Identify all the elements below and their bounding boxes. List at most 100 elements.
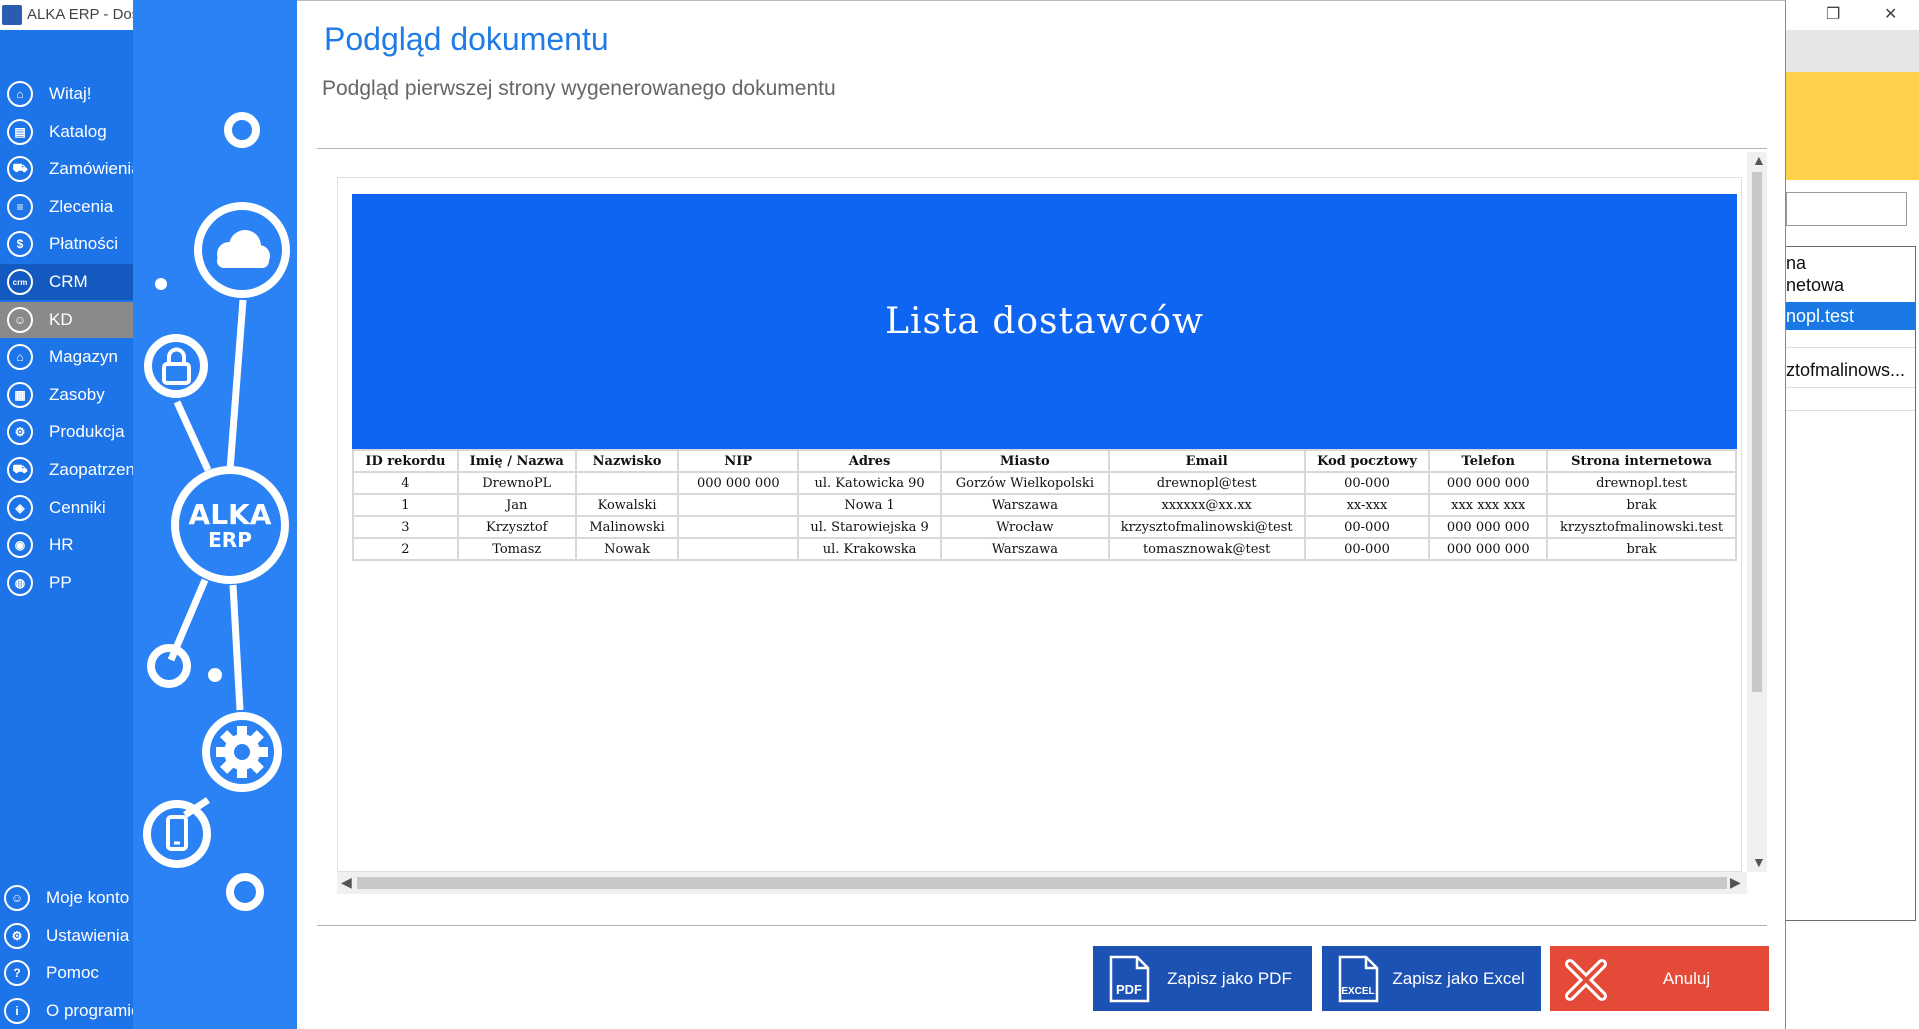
divider [1786, 410, 1915, 411]
table-cell: 00-000 [1303, 537, 1431, 561]
help-icon: ? [4, 960, 30, 987]
table-cell: krzysztofmalinowski@test [1107, 515, 1306, 539]
table-cell: Gorzów Wielkopolski [939, 471, 1110, 495]
sidebar-item-o-programie[interactable]: i O programie [0, 993, 133, 1029]
sidebar-item-label: KD [49, 309, 73, 329]
scroll-down-icon[interactable]: ▼ [1752, 854, 1766, 870]
table-header-cell: Imię / Nazwa [456, 449, 577, 473]
horizontal-scrollbar[interactable]: ◀ ▶ [337, 872, 1747, 894]
svg-text:EXCEL: EXCEL [1341, 986, 1374, 997]
sidebar-item-moje-konto[interactable]: ☺ Moje konto [0, 880, 133, 916]
table-row: 2 Tomasz Nowak ul. Krakowska Warszawa tomaszn… [352, 537, 1737, 561]
document-banner: Lista dostawców [352, 194, 1737, 449]
sidebar-item-pomoc[interactable]: ? Pomoc [0, 955, 133, 991]
book-icon: ▤ [7, 118, 33, 145]
save-pdf-button[interactable]: PDF Zapisz jako PDF [1093, 946, 1312, 1011]
list-icon: ≡ [7, 193, 33, 220]
warehouse-icon: ⌂ [7, 344, 33, 371]
cancel-button[interactable]: Anuluj [1550, 946, 1769, 1011]
divider [317, 148, 1767, 149]
sidebar-item-witaj-[interactable]: ⌂ Witaj! [0, 76, 133, 112]
table-cell: 000 000 000 [1428, 515, 1549, 539]
sidebar-item-label: Witaj! [49, 84, 92, 103]
home-icon: ⌂ [7, 81, 33, 107]
list-item[interactable]: na [1786, 253, 1915, 274]
sidebar-item-label: Płatności [49, 234, 118, 254]
save-excel-button[interactable]: EXCEL Zapisz jako Excel [1322, 946, 1541, 1011]
table-cell [677, 493, 800, 517]
table-cell: 2 [352, 537, 459, 561]
scroll-left-icon[interactable]: ◀ [341, 874, 352, 891]
table-cell: 000 000 000 [1428, 537, 1549, 561]
table-cell: ul. Katowicka 90 [797, 471, 942, 495]
table-header-cell: Miasto [939, 449, 1110, 473]
horizontal-scroll-thumb[interactable] [357, 877, 1727, 889]
list-item[interactable]: ztofmalinows... [1786, 360, 1915, 381]
table-cell: xxxxxx@xx.xx [1107, 493, 1306, 517]
crm-icon: crm [7, 269, 33, 295]
sidebar-item-zlecenia[interactable]: ≡ Zlecenia [0, 189, 133, 225]
sidebar-item-magazyn[interactable]: ⌂ Magazyn [0, 339, 133, 375]
table-cell: Jan [456, 493, 577, 517]
sidebar-item-pp[interactable]: ◍ PP [0, 565, 133, 601]
sidebar-item-crm[interactable]: crm CRM [0, 264, 133, 300]
settings-icon: ⚙ [4, 922, 30, 949]
vertical-scrollbar[interactable]: ▲ ▼ [1747, 152, 1767, 872]
restore-icon[interactable]: ❐ [1826, 4, 1840, 24]
scroll-right-icon[interactable]: ▶ [1730, 874, 1741, 891]
alka-logo-text: ALKA [189, 498, 272, 531]
list-item-selected[interactable]: nopl.test [1786, 302, 1915, 330]
document-preview[interactable]: Lista dostawców ID rekordu Imię / Nazwa Na… [337, 152, 1767, 894]
sidebar-item-płatności[interactable]: $ Płatności [0, 226, 133, 262]
vertical-scroll-thumb[interactable] [1752, 172, 1762, 692]
cancel-label: Anuluj [1662, 968, 1711, 988]
table-cell: xxx xxx xxx [1428, 493, 1549, 517]
sidebar-item-label: CRM [49, 272, 88, 291]
sidebar-item-label: Zamówienia [49, 159, 133, 179]
save-excel-label: Zapisz jako Excel [1392, 968, 1525, 988]
table-cell: 000 000 000 [677, 471, 800, 495]
table-header-cell: ID rekordu [352, 449, 459, 473]
sidebar-item-label: Katalog [49, 121, 107, 141]
table-cell: Nowa 1 [797, 493, 942, 517]
table-body: 4 DrewnoPL 000 000 000 ul. Katowicka 90 Gorz… [352, 471, 1737, 561]
sidebar-item-label: Produkcja [49, 422, 125, 442]
scroll-up-icon[interactable]: ▲ [1752, 152, 1766, 168]
close-icon[interactable]: ✕ [1884, 4, 1897, 24]
document-page: Lista dostawców ID rekordu Imię / Nazwa Na… [337, 177, 1742, 872]
sidebar-item-kd[interactable]: ☺ KD [0, 301, 133, 338]
app-sidebar: ALKA ERP - Dos ⌂ Witaj! ▤ Katalog ⛟ Zamówieni… [0, 0, 139, 1029]
sidebar-item-zamówienia[interactable]: ⛟ Zamówienia [0, 151, 133, 187]
table-header-row: ID rekordu Imię / Nazwa Nazwisko NIP Adres Mi… [352, 449, 1737, 473]
table-cell: ul. Krakowska [797, 537, 942, 561]
sidebar-item-produkcja[interactable]: ⚙ Produkcja [0, 414, 133, 450]
sidebar-item-ustawienia[interactable]: ⚙ Ustawienia [0, 918, 133, 954]
sidebar-item-katalog[interactable]: ▤ Katalog [0, 114, 133, 150]
sidebar-item-cenniki[interactable]: ◈ Cenniki [0, 490, 133, 526]
table-header-cell: Nazwisko [574, 449, 680, 473]
user-icon: ☺ [7, 306, 33, 333]
truck-icon: ⛟ [7, 457, 33, 483]
divider [1786, 347, 1915, 348]
list-item[interactable]: netowa [1786, 275, 1915, 296]
account-icon: ☺ [4, 885, 30, 911]
table-cell: drewnopl@test [1107, 471, 1306, 495]
table-cell: 00-000 [1303, 471, 1431, 495]
divider [1786, 387, 1915, 388]
preview-dialog: ALKA ERP Podgląd dokumentu Podgląd pierw… [133, 0, 1786, 1029]
table-cell: Kowalski [574, 493, 680, 517]
page-subtitle: Podgląd pierwszej strony wygenerowanego … [322, 77, 836, 100]
sidebar-item-label: PP [49, 572, 72, 592]
sidebar-item-hr[interactable]: ◉ HR [0, 527, 133, 563]
app-logo-icon [2, 5, 22, 25]
table-cell: brak [1546, 493, 1737, 517]
svg-text:PDF: PDF [1116, 982, 1142, 997]
sidebar-item-zaopatrzenie[interactable]: ⛟ Zaopatrzenie [0, 452, 133, 488]
table-cell: xx-xxx [1303, 493, 1431, 517]
erp-logo-text: ERP [208, 528, 252, 552]
sidebar-item-label: Zaopatrzenie [49, 460, 133, 479]
sidebar-item-label: Ustawienia [46, 925, 130, 945]
sidebar-item-zasoby[interactable]: ▦ Zasoby [0, 377, 133, 413]
production-icon: ⚙ [7, 419, 33, 446]
background-search-field[interactable] [1786, 192, 1907, 226]
